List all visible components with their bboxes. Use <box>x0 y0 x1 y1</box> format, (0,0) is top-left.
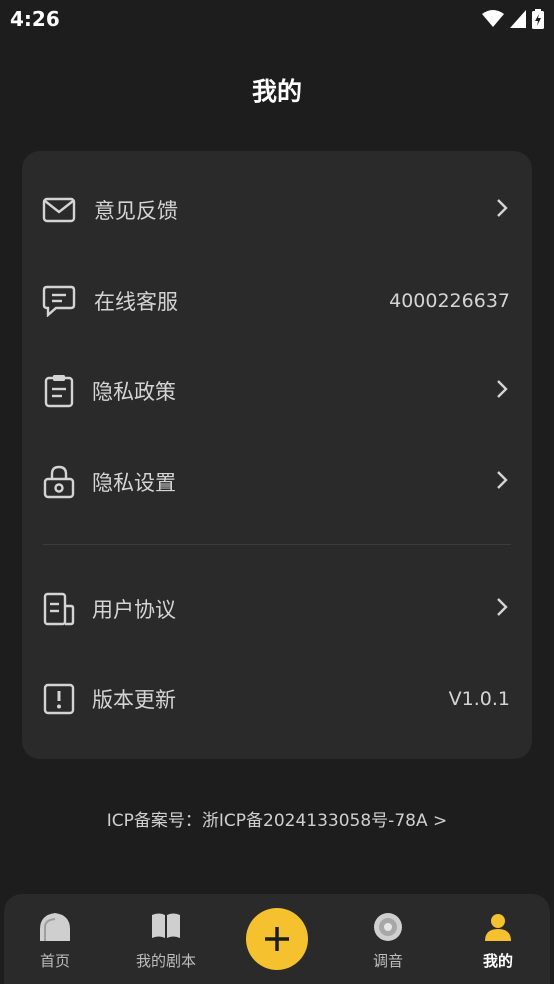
mail-icon <box>42 193 76 227</box>
add-button[interactable] <box>246 908 308 970</box>
chevron-right-icon <box>496 470 508 494</box>
alert-icon <box>42 682 76 716</box>
user-agreement-row[interactable]: 用户协议 <box>22 579 532 639</box>
status-bar: 4:26 <box>0 0 554 40</box>
tab-tuning-label: 调音 <box>372 952 403 970</box>
status-time: 4:26 <box>10 7 60 31</box>
lock-icon <box>42 465 76 499</box>
status-icons <box>482 9 544 29</box>
clipboard-icon <box>42 374 76 408</box>
section-divider <box>43 544 511 545</box>
signal-icon <box>510 10 526 28</box>
tab-my-scripts[interactable]: 我的剧本 <box>116 894 216 984</box>
chat-icon <box>42 284 76 318</box>
chevron-right-icon <box>496 597 508 621</box>
plus-icon <box>265 927 289 951</box>
chevron-right-icon <box>496 198 508 222</box>
home-icon <box>39 912 71 946</box>
privacy-policy-label: 隐私政策 <box>92 380 176 404</box>
tab-mine-label: 我的 <box>482 952 513 970</box>
settings-card: 意见反馈 在线客服 4000226637 隐私政策 隐私设置 用户协议 版本更新… <box>22 151 532 759</box>
tab-home-label: 首页 <box>39 952 70 970</box>
chevron-right-icon <box>496 379 508 403</box>
tab-tuning[interactable]: 调音 <box>338 894 438 984</box>
privacy-settings-label: 隐私设置 <box>92 471 176 495</box>
user-icon <box>483 912 513 946</box>
tab-home[interactable]: 首页 <box>5 894 105 984</box>
tab-my-scripts-label: 我的剧本 <box>135 952 196 970</box>
version-row[interactable]: 版本更新 V1.0.1 <box>22 669 532 729</box>
version-label: 版本更新 <box>92 688 176 712</box>
tab-mine[interactable]: 我的 <box>448 894 548 984</box>
disc-icon <box>373 912 403 946</box>
page-title: 我的 <box>251 77 302 106</box>
feedback-row[interactable]: 意见反馈 <box>22 180 532 240</box>
book-icon <box>150 912 182 944</box>
battery-icon <box>532 9 544 29</box>
customer-service-label: 在线客服 <box>94 290 178 314</box>
feedback-label: 意见反馈 <box>94 199 178 223</box>
version-value: V1.0.1 <box>448 688 510 710</box>
customer-service-phone[interactable]: 4000226637 <box>389 290 510 312</box>
privacy-settings-row[interactable]: 隐私设置 <box>22 452 532 512</box>
user-agreement-label: 用户协议 <box>92 598 176 622</box>
wifi-icon <box>482 10 504 27</box>
document-icon <box>42 592 76 626</box>
customer-service-row[interactable]: 在线客服 4000226637 <box>22 271 532 331</box>
privacy-policy-row[interactable]: 隐私政策 <box>22 361 532 421</box>
icp-link[interactable]: ICP备案号：浙ICP备2024133058号-78A > <box>0 806 554 831</box>
